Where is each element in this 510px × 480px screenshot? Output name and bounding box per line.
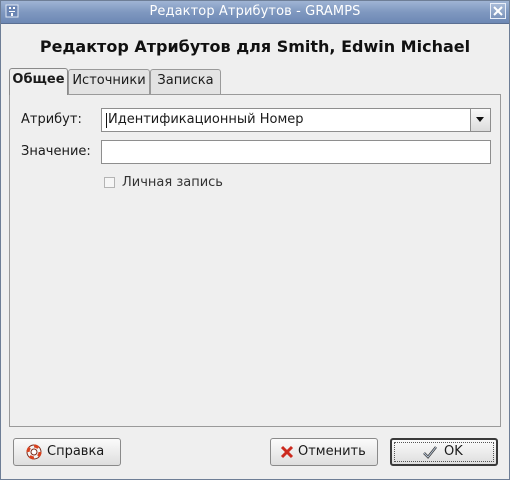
text-cursor <box>106 113 107 128</box>
help-button-label: Справка <box>47 444 105 459</box>
triangle-down-icon <box>476 117 484 122</box>
cancel-button[interactable]: Отменить <box>270 438 378 466</box>
lifebuoy-icon <box>26 444 42 460</box>
private-record-checkbox[interactable] <box>104 177 115 188</box>
checkmark-hand-icon <box>423 446 437 459</box>
close-button[interactable] <box>490 3 506 19</box>
value-field[interactable] <box>101 140 491 164</box>
private-record-label: Личная запись <box>122 175 223 190</box>
cancel-button-label: Отменить <box>298 444 366 459</box>
red-x-icon <box>280 445 294 459</box>
tab-sources[interactable]: Источники <box>68 69 150 94</box>
tab-general[interactable]: Общее <box>9 68 68 95</box>
ok-button-label: OK <box>444 444 463 459</box>
attribute-combo[interactable]: Идентификационный Номер <box>101 108 491 132</box>
attribute-dropdown-button[interactable] <box>470 109 490 131</box>
title-bar[interactable]: Редактор Атрибутов - GRAMPS <box>1 1 509 24</box>
ok-button[interactable]: OK <box>390 438 498 466</box>
window-title: Редактор Атрибутов - GRAMPS <box>149 4 361 19</box>
tab-note[interactable]: Записка <box>150 69 221 94</box>
help-button[interactable]: Справка <box>13 438 121 466</box>
close-icon <box>493 6 503 16</box>
attribute-value[interactable]: Идентификационный Номер <box>108 112 304 127</box>
dialog-heading: Редактор Атрибутов для Smith, Edwin Mich… <box>39 37 471 56</box>
value-label: Значение: <box>21 144 91 159</box>
attribute-label: Атрибут: <box>21 112 82 127</box>
attribute-editor-window: Редактор Атрибутов - GRAMPS Редактор Атр… <box>0 0 510 480</box>
